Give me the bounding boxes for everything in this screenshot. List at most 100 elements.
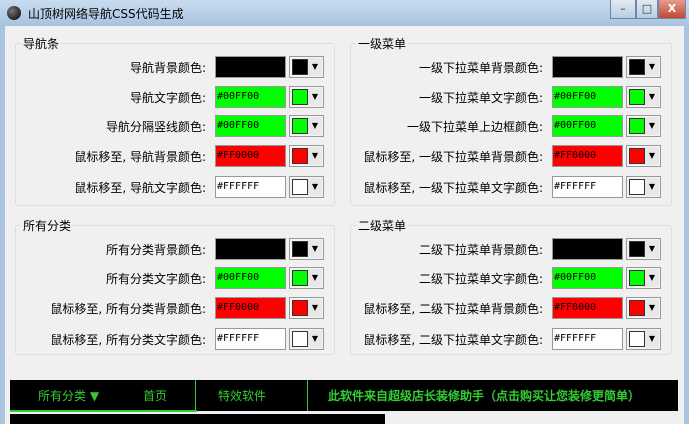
- group-navbar: 导航条 导航背景颜色: ▼ 导航文字颜色: #00FF00 ▼ 导航分隔竖线颜色…: [15, 35, 335, 206]
- chevron-down-icon: ▼: [645, 269, 659, 287]
- color-swatch: [292, 148, 308, 164]
- color-picker-dropdown[interactable]: ▼: [626, 56, 661, 78]
- color-picker-dropdown[interactable]: ▼: [289, 328, 324, 350]
- color-picker-dropdown[interactable]: ▼: [289, 267, 324, 289]
- chevron-down-icon: ▼: [645, 88, 659, 106]
- color-row: 鼠标移至, 所有分类文字颜色: #FFFFFF ▼: [16, 328, 334, 350]
- color-swatch: [629, 118, 645, 134]
- color-hex-input[interactable]: #00FF00: [552, 86, 623, 108]
- color-picker-dropdown[interactable]: ▼: [289, 238, 324, 260]
- color-picker-dropdown[interactable]: ▼: [289, 86, 324, 108]
- chevron-down-icon: ▼: [308, 117, 322, 135]
- color-picker-dropdown[interactable]: ▼: [626, 267, 661, 289]
- color-hex-input[interactable]: #FF0000: [215, 145, 286, 167]
- chevron-down-icon: ▼: [645, 147, 659, 165]
- color-hex-input[interactable]: #FFFFFF: [552, 328, 623, 350]
- color-picker-dropdown[interactable]: ▼: [289, 56, 324, 78]
- nav-promo-link[interactable]: 此软件来自超级店长装修助手（点击购买让您装修更简单）: [328, 387, 640, 404]
- chevron-down-icon: ▼: [645, 299, 659, 317]
- color-row: 鼠标移至, 一级下拉菜单文字颜色: #FFFFFF ▼: [351, 176, 671, 198]
- nav-preview[interactable]: 所有分类 ▼ 首页 特效软件 此软件来自超级店长装修助手（点击购买让您装修更简单…: [10, 380, 678, 412]
- close-button[interactable]: X: [658, 0, 686, 19]
- color-picker-dropdown[interactable]: ▼: [626, 328, 661, 350]
- color-hex-input[interactable]: #00FF00: [215, 86, 286, 108]
- color-label: 导航文字颜色:: [129, 91, 206, 105]
- color-hex-input[interactable]: #FF0000: [552, 145, 623, 167]
- color-picker-dropdown[interactable]: ▼: [626, 115, 661, 137]
- nav-separator: [195, 380, 196, 411]
- color-row: 一级下拉菜单背景颜色: ▼: [351, 56, 671, 78]
- color-swatch: [629, 148, 645, 164]
- chevron-down-icon: ▼: [645, 330, 659, 348]
- color-label: 二级下拉菜单背景颜色:: [418, 243, 543, 257]
- color-row: 导航文字颜色: #00FF00 ▼: [16, 86, 334, 108]
- color-hex-input[interactable]: #FFFFFF: [215, 328, 286, 350]
- color-row: 鼠标移至, 导航文字颜色: #FFFFFF ▼: [16, 176, 334, 198]
- submenu-preview: [10, 414, 385, 424]
- chevron-down-icon: ▼: [308, 88, 322, 106]
- color-hex-input[interactable]: #FF0000: [552, 297, 623, 319]
- color-row: 导航背景颜色: ▼: [16, 56, 334, 78]
- color-swatch: [292, 59, 308, 75]
- group-title: 导航条: [21, 35, 62, 52]
- color-picker-dropdown[interactable]: ▼: [289, 176, 324, 198]
- color-row: 一级下拉菜单文字颜色: #00FF00 ▼: [351, 86, 671, 108]
- color-hex-input[interactable]: #FF0000: [215, 297, 286, 319]
- color-label: 鼠标移至, 所有分类背景颜色:: [50, 302, 206, 316]
- color-picker-dropdown[interactable]: ▼: [626, 297, 661, 319]
- color-hex-input[interactable]: [215, 56, 286, 78]
- color-hex-input[interactable]: [552, 238, 623, 260]
- color-picker-dropdown[interactable]: ▼: [289, 145, 324, 167]
- color-row: 二级下拉菜单背景颜色: ▼: [351, 238, 671, 260]
- color-swatch: [292, 300, 308, 316]
- group-level2-menu: 二级菜单 二级下拉菜单背景颜色: ▼ 二级下拉菜单文字颜色: #00FF00 ▼…: [350, 217, 672, 355]
- chevron-down-icon: ▼: [308, 147, 322, 165]
- color-hex-input[interactable]: [215, 238, 286, 260]
- color-label: 鼠标移至, 一级下拉菜单文字颜色:: [363, 181, 543, 195]
- chevron-down-icon: ▼: [308, 269, 322, 287]
- chevron-down-icon: ▼: [645, 178, 659, 196]
- color-swatch: [292, 241, 308, 257]
- minimize-button[interactable]: –: [610, 0, 636, 19]
- color-row: 一级下拉菜单上边框颜色: #00FF00 ▼: [351, 115, 671, 137]
- color-label: 鼠标移至, 所有分类文字颜色:: [50, 333, 206, 347]
- color-label: 导航背景颜色:: [129, 61, 206, 75]
- nav-all-categories[interactable]: 所有分类 ▼: [38, 387, 99, 404]
- color-label: 鼠标移至, 导航背景颜色:: [74, 150, 206, 164]
- color-row: 鼠标移至, 二级下拉菜单背景颜色: #FF0000 ▼: [351, 297, 671, 319]
- color-label: 一级下拉菜单背景颜色:: [418, 61, 543, 75]
- nav-underline: [10, 410, 197, 412]
- color-picker-dropdown[interactable]: ▼: [626, 176, 661, 198]
- color-picker-dropdown[interactable]: ▼: [626, 86, 661, 108]
- nav-separator: [307, 380, 308, 411]
- color-swatch: [629, 241, 645, 257]
- color-picker-dropdown[interactable]: ▼: [289, 115, 324, 137]
- group-title: 二级菜单: [356, 217, 409, 234]
- color-hex-input[interactable]: #FFFFFF: [215, 176, 286, 198]
- color-swatch: [629, 331, 645, 347]
- color-swatch: [629, 300, 645, 316]
- maximize-button[interactable]: □: [636, 0, 658, 19]
- color-picker-dropdown[interactable]: ▼: [626, 238, 661, 260]
- app-icon: [7, 6, 21, 20]
- nav-effects[interactable]: 特效软件: [218, 387, 266, 404]
- color-hex-input[interactable]: #00FF00: [215, 115, 286, 137]
- color-picker-dropdown[interactable]: ▼: [626, 145, 661, 167]
- color-row: 所有分类背景颜色: ▼: [16, 238, 334, 260]
- chevron-down-icon: ▼: [308, 330, 322, 348]
- color-label: 鼠标移至, 一级下拉菜单背景颜色:: [363, 150, 543, 164]
- window-title: 山顶树网络导航CSS代码生成: [28, 7, 184, 21]
- color-hex-input[interactable]: #00FF00: [552, 267, 623, 289]
- color-row: 鼠标移至, 所有分类背景颜色: #FF0000 ▼: [16, 297, 334, 319]
- color-hex-input[interactable]: #00FF00: [215, 267, 286, 289]
- color-hex-input[interactable]: #00FF00: [552, 115, 623, 137]
- color-picker-dropdown[interactable]: ▼: [289, 297, 324, 319]
- color-swatch: [629, 270, 645, 286]
- nav-home[interactable]: 首页: [143, 387, 167, 404]
- group-title: 所有分类: [21, 217, 74, 234]
- color-hex-input[interactable]: [552, 56, 623, 78]
- group-all-categories: 所有分类 所有分类背景颜色: ▼ 所有分类文字颜色: #00FF00 ▼ 鼠标移…: [15, 217, 335, 355]
- color-row: 鼠标移至, 二级下拉菜单文字颜色: #FFFFFF ▼: [351, 328, 671, 350]
- color-hex-input[interactable]: #FFFFFF: [552, 176, 623, 198]
- color-label: 二级下拉菜单文字颜色:: [418, 272, 543, 286]
